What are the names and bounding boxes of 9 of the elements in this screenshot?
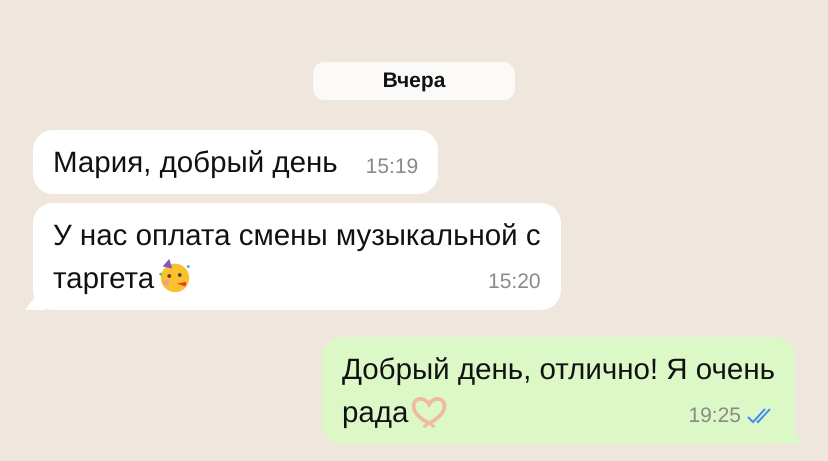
message-time: 15:19 — [366, 154, 418, 180]
message-text: рада — [342, 396, 408, 429]
message-time: 19:25 — [688, 403, 741, 429]
message-text: таргета — [53, 262, 154, 295]
message-text: Добрый день, отлично! Я очень — [342, 353, 775, 386]
date-label: Вчера — [313, 62, 515, 100]
message-text: Мария, добрый день — [53, 146, 338, 179]
message-text: У нас оплата смены музыкальной с — [53, 219, 541, 252]
message-time: 15:20 — [488, 269, 541, 295]
